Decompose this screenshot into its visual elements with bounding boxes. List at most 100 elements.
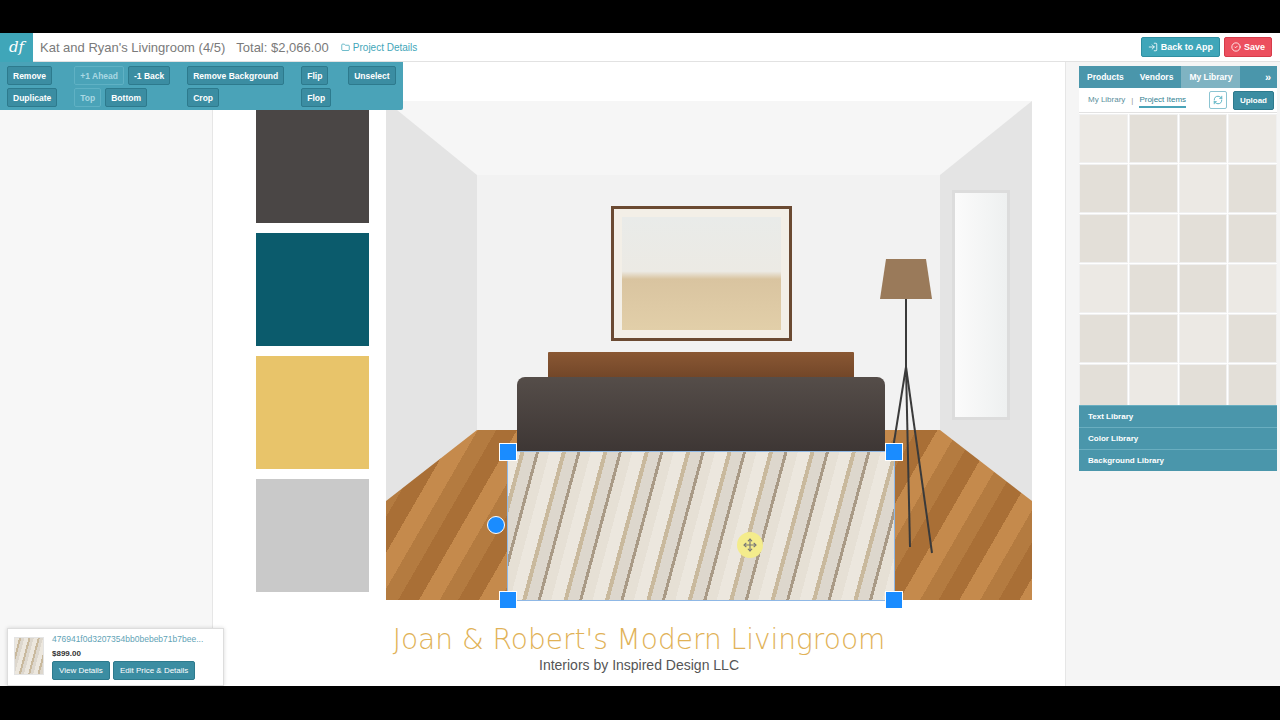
toolbar-row: TopBottom bbox=[74, 88, 170, 107]
letterbox-top bbox=[0, 0, 1280, 33]
back-arrow-icon bbox=[1148, 42, 1158, 52]
library-item[interactable] bbox=[1079, 214, 1128, 263]
library-item[interactable] bbox=[1079, 164, 1128, 213]
header-bar: df Kat and Ryan's Livingroom (4/5) Total: … bbox=[0, 33, 1280, 62]
library-item[interactable] bbox=[1228, 164, 1277, 213]
board-title[interactable]: Joan & Robert's Modern Livingroom bbox=[213, 623, 1065, 657]
library-item[interactable] bbox=[1179, 214, 1228, 263]
library-item[interactable] bbox=[1179, 264, 1228, 313]
library-grid bbox=[1079, 113, 1277, 405]
library-item[interactable] bbox=[1079, 114, 1128, 163]
library-item[interactable] bbox=[1079, 314, 1128, 363]
toolbar-row: Crop bbox=[187, 88, 284, 107]
toolbar-button[interactable]: Duplicate bbox=[7, 88, 57, 107]
toolbar-row: Remove bbox=[7, 66, 57, 85]
toolbar-button[interactable]: -1 Back bbox=[128, 66, 170, 85]
resize-handle[interactable] bbox=[499, 591, 517, 609]
library-tab[interactable]: Products bbox=[1079, 66, 1132, 88]
rug[interactable] bbox=[508, 452, 894, 600]
mood-board bbox=[213, 62, 1065, 600]
check-circle-icon bbox=[1231, 42, 1241, 52]
toolbar-button[interactable]: Flop bbox=[301, 88, 331, 107]
upload-button[interactable]: Upload bbox=[1233, 91, 1274, 110]
toolbar-row: Flip bbox=[301, 66, 331, 85]
toolbar-button[interactable]: Bottom bbox=[105, 88, 147, 107]
item-button[interactable]: Edit Price & Details bbox=[113, 661, 195, 680]
refresh-button[interactable] bbox=[1209, 91, 1227, 109]
item-price: $899.00 bbox=[52, 649, 203, 658]
library-subtab[interactable]: Project Items bbox=[1139, 92, 1186, 108]
board-subtitle[interactable]: Interiors by Inspired Design LLC bbox=[213, 657, 1065, 673]
library-item[interactable] bbox=[1079, 364, 1128, 405]
toolbar-row: Unselect bbox=[348, 66, 395, 85]
toolbar-button[interactable]: Remove Background bbox=[187, 66, 284, 85]
artwork-photo bbox=[622, 217, 781, 330]
color-swatch[interactable] bbox=[256, 479, 369, 592]
back-to-app-button[interactable]: Back to App bbox=[1141, 37, 1220, 57]
color-swatch[interactable] bbox=[256, 356, 369, 469]
toolbar-button[interactable]: Unselect bbox=[348, 66, 395, 85]
save-button[interactable]: Save bbox=[1224, 37, 1272, 57]
project-total: Total: $2,066.00 bbox=[236, 40, 329, 55]
library-item[interactable] bbox=[1228, 114, 1277, 163]
library-item[interactable] bbox=[1079, 264, 1128, 313]
library-item[interactable] bbox=[1228, 364, 1277, 405]
library-section[interactable]: Background Library bbox=[1079, 449, 1277, 471]
project-details-link[interactable]: Project Details bbox=[341, 42, 417, 53]
toolbar-button: Top bbox=[74, 88, 101, 107]
color-swatch[interactable] bbox=[256, 110, 369, 223]
selected-item-card: 476941f0d3207354bb0bebeb71b7bee...$899.0… bbox=[7, 628, 224, 686]
rotate-handle[interactable] bbox=[487, 516, 505, 534]
toolbar-group: +1 Ahead-1 Back TopBottom bbox=[74, 66, 170, 107]
library-tab[interactable]: My Library bbox=[1181, 66, 1240, 88]
color-palette bbox=[256, 101, 369, 600]
library-section[interactable]: Text Library bbox=[1079, 405, 1277, 427]
library-item[interactable] bbox=[1129, 314, 1178, 363]
toolbar-button: +1 Ahead bbox=[74, 66, 124, 85]
library-panel: ProductsVendorsMy Library»My Library|Pro… bbox=[1079, 66, 1277, 471]
library-item[interactable] bbox=[1228, 214, 1277, 263]
toolbar-group: Remove Background Crop bbox=[187, 66, 284, 107]
sofa[interactable] bbox=[517, 377, 885, 453]
library-item[interactable] bbox=[1179, 364, 1228, 405]
library-item[interactable] bbox=[1129, 264, 1178, 313]
item-actions: View DetailsEdit Price & Details bbox=[52, 661, 203, 680]
toolbar-row: Flop bbox=[301, 88, 331, 107]
library-item[interactable] bbox=[1129, 214, 1178, 263]
logo[interactable]: df bbox=[0, 33, 33, 62]
room-scene[interactable] bbox=[386, 101, 1032, 600]
toolbar-button[interactable]: Flip bbox=[301, 66, 328, 85]
library-item[interactable] bbox=[1179, 114, 1228, 163]
toolbar-button[interactable]: Remove bbox=[7, 66, 52, 85]
toolbar-group: Flip Flop bbox=[301, 66, 331, 107]
library-item[interactable] bbox=[1228, 314, 1277, 363]
library-item[interactable] bbox=[1179, 164, 1228, 213]
toolbar-row: +1 Ahead-1 Back bbox=[74, 66, 170, 85]
library-subtab[interactable]: My Library bbox=[1088, 92, 1125, 108]
color-swatch[interactable] bbox=[256, 233, 369, 346]
library-item[interactable] bbox=[1179, 314, 1228, 363]
toolbar-group: Remove Duplicate bbox=[7, 66, 57, 107]
move-icon bbox=[743, 538, 757, 552]
library-item[interactable] bbox=[1228, 264, 1277, 313]
window[interactable] bbox=[952, 190, 1010, 420]
library-subtabs: My Library|Project ItemsUpload bbox=[1079, 88, 1277, 113]
resize-handle[interactable] bbox=[885, 591, 903, 609]
collapse-button[interactable]: » bbox=[1240, 66, 1277, 88]
project-title: Kat and Ryan's Livingroom (4/5) bbox=[40, 40, 225, 55]
artwork[interactable] bbox=[611, 206, 792, 341]
library-item[interactable] bbox=[1129, 164, 1178, 213]
screen: df Kat and Ryan's Livingroom (4/5) Total: … bbox=[0, 0, 1280, 720]
resize-handle[interactable] bbox=[499, 443, 517, 461]
library-section[interactable]: Color Library bbox=[1079, 427, 1277, 449]
toolbar-button[interactable]: Crop bbox=[187, 88, 219, 107]
library-tab[interactable]: Vendors bbox=[1132, 66, 1182, 88]
library-item[interactable] bbox=[1129, 114, 1178, 163]
library-item[interactable] bbox=[1129, 364, 1178, 405]
item-info: 476941f0d3207354bb0bebeb71b7bee...$899.0… bbox=[52, 634, 203, 680]
resize-handle[interactable] bbox=[885, 443, 903, 461]
toolbar-row: Duplicate bbox=[7, 88, 57, 107]
move-handle[interactable] bbox=[737, 532, 763, 558]
toolbar-row: Remove Background bbox=[187, 66, 284, 85]
item-button[interactable]: View Details bbox=[52, 661, 110, 680]
